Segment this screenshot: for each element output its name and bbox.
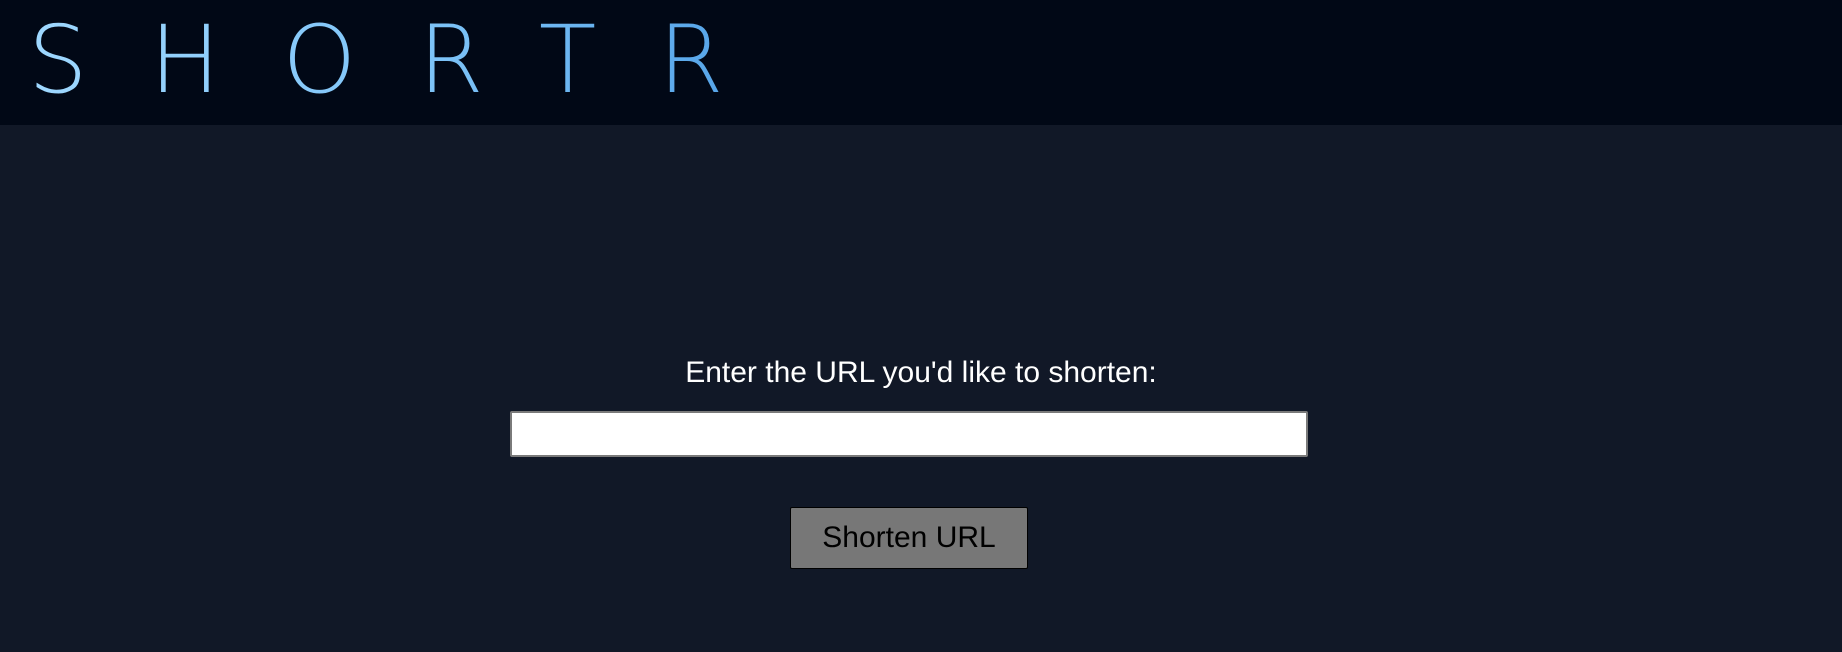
url-prompt-label: Enter the URL you'd like to shorten: <box>685 356 1157 389</box>
main-content: Enter the URL you'd like to shorten: Sho… <box>0 125 1842 652</box>
site-logo[interactable]: SHORTR <box>28 14 786 108</box>
shorten-url-button[interactable]: Shorten URL <box>790 507 1028 569</box>
site-header: SHORTR <box>0 0 1842 125</box>
url-input[interactable] <box>510 411 1308 457</box>
